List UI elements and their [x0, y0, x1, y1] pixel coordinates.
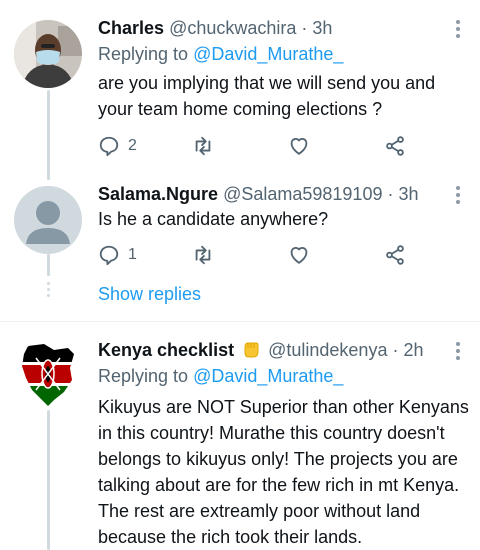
more-options-icon[interactable]: [456, 20, 462, 41]
like-button[interactable]: [288, 243, 310, 267]
author-handle[interactable]: @tulindekenya: [268, 340, 387, 360]
replying-to-mention[interactable]: @David_Murathe_: [193, 366, 343, 386]
thread-connector-line: [47, 410, 50, 550]
tweet-header: Salama.Ngure @Salama59819109 · 3h: [98, 182, 419, 206]
tweet-text: Is he a candidate anywhere?: [98, 209, 329, 229]
replying-to: Replying to @David_Murathe_: [98, 364, 343, 388]
timestamp[interactable]: · 3h: [387, 184, 418, 204]
tweet-header: Kenya checklist @tulindekenya · 2h: [98, 338, 424, 362]
reply-count: 2: [128, 137, 137, 154]
replying-to-prefix: Replying to: [98, 44, 189, 64]
avatar[interactable]: [14, 186, 82, 254]
share-button[interactable]: [384, 134, 406, 158]
timestamp[interactable]: · 2h: [392, 340, 423, 360]
reply-count: 1: [128, 246, 137, 263]
show-replies-link[interactable]: Show replies: [98, 282, 201, 306]
author-name[interactable]: Kenya checklist: [98, 340, 234, 360]
tweet-text: Kikuyus are NOT Superior than other Keny…: [98, 397, 469, 547]
replying-to-prefix: Replying to: [98, 366, 189, 386]
reply-button[interactable]: 2: [98, 134, 137, 158]
retweet-button[interactable]: [192, 243, 214, 267]
retweet-icon: [195, 245, 211, 265]
author-handle[interactable]: @Salama59819109: [223, 184, 382, 204]
replying-to-mention[interactable]: @David_Murathe_: [193, 44, 343, 64]
replying-to: Replying to @David_Murathe_: [98, 42, 343, 66]
more-options-icon[interactable]: [456, 186, 462, 207]
tweet-divider: [0, 321, 480, 322]
author-handle[interactable]: @chuckwachira: [169, 18, 296, 38]
reply-icon: [99, 136, 119, 157]
reply-button[interactable]: 1: [98, 243, 137, 267]
thread-connector-line: [47, 254, 50, 276]
tweet-header: Charles @chuckwachira · 3h: [98, 16, 332, 40]
heart-icon: [290, 138, 308, 155]
reply-icon: [99, 245, 119, 266]
more-options-icon[interactable]: [456, 342, 462, 363]
like-button[interactable]: [288, 134, 310, 158]
author-name[interactable]: Salama.Ngure: [98, 184, 218, 204]
tweet-text: are you implying that we will send you a…: [98, 73, 436, 119]
heart-icon: [290, 247, 308, 264]
avatar[interactable]: [14, 20, 82, 88]
share-button[interactable]: [384, 243, 406, 267]
retweet-button[interactable]: [192, 134, 214, 158]
share-icon: [386, 245, 404, 265]
timestamp[interactable]: · 3h: [301, 18, 332, 38]
avatar[interactable]: [14, 340, 82, 408]
author-name[interactable]: Charles: [98, 18, 164, 38]
raised-fist-emoji-icon: [244, 342, 259, 358]
thread-connector-line: [47, 90, 50, 180]
share-icon: [386, 136, 404, 156]
retweet-icon: [195, 136, 211, 156]
thread-gap-dots: [46, 282, 50, 300]
